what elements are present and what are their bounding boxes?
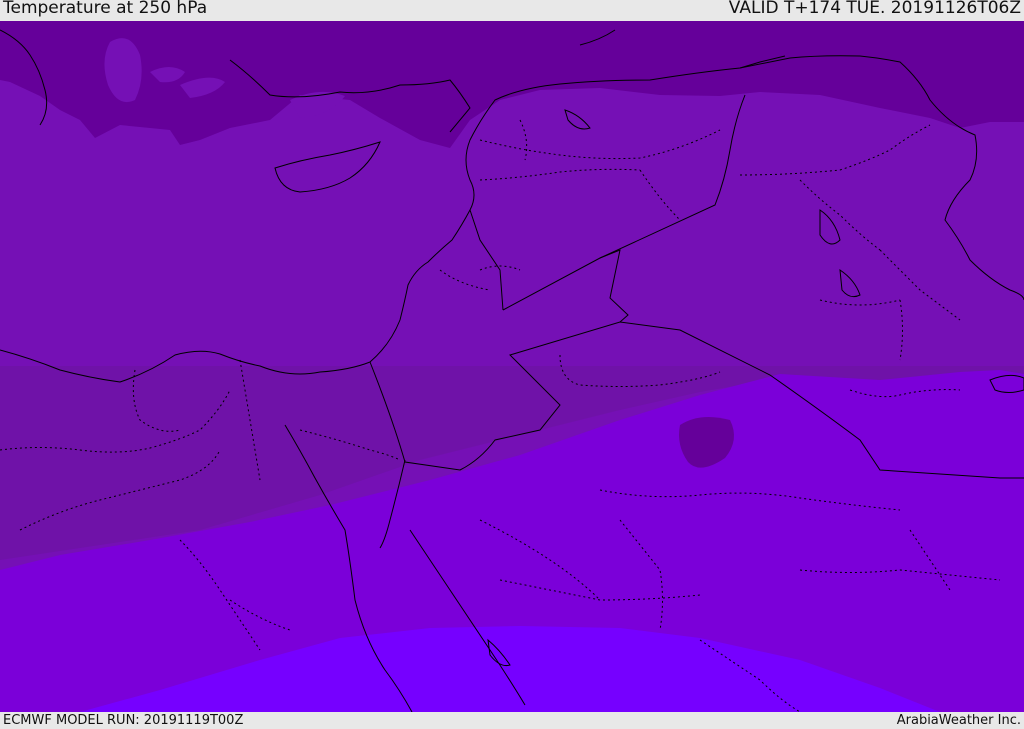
header-bar: Temperature at 250 hPa VALID T+174 TUE. … <box>0 0 1024 21</box>
credit-text: ArabiaWeather Inc. <box>896 713 1021 728</box>
valid-time: VALID T+174 TUE. 20191126T06Z <box>728 0 1021 18</box>
map-frame: Temperature at 250 hPa VALID T+174 TUE. … <box>0 0 1024 729</box>
footer-bar: ECMWF MODEL RUN: 20191119T00Z ArabiaWeat… <box>0 712 1024 729</box>
map-canvas <box>0 21 1024 712</box>
temperature-map <box>0 21 1024 712</box>
map-title: Temperature at 250 hPa <box>3 0 208 18</box>
model-run: ECMWF MODEL RUN: 20191119T00Z <box>3 713 244 728</box>
